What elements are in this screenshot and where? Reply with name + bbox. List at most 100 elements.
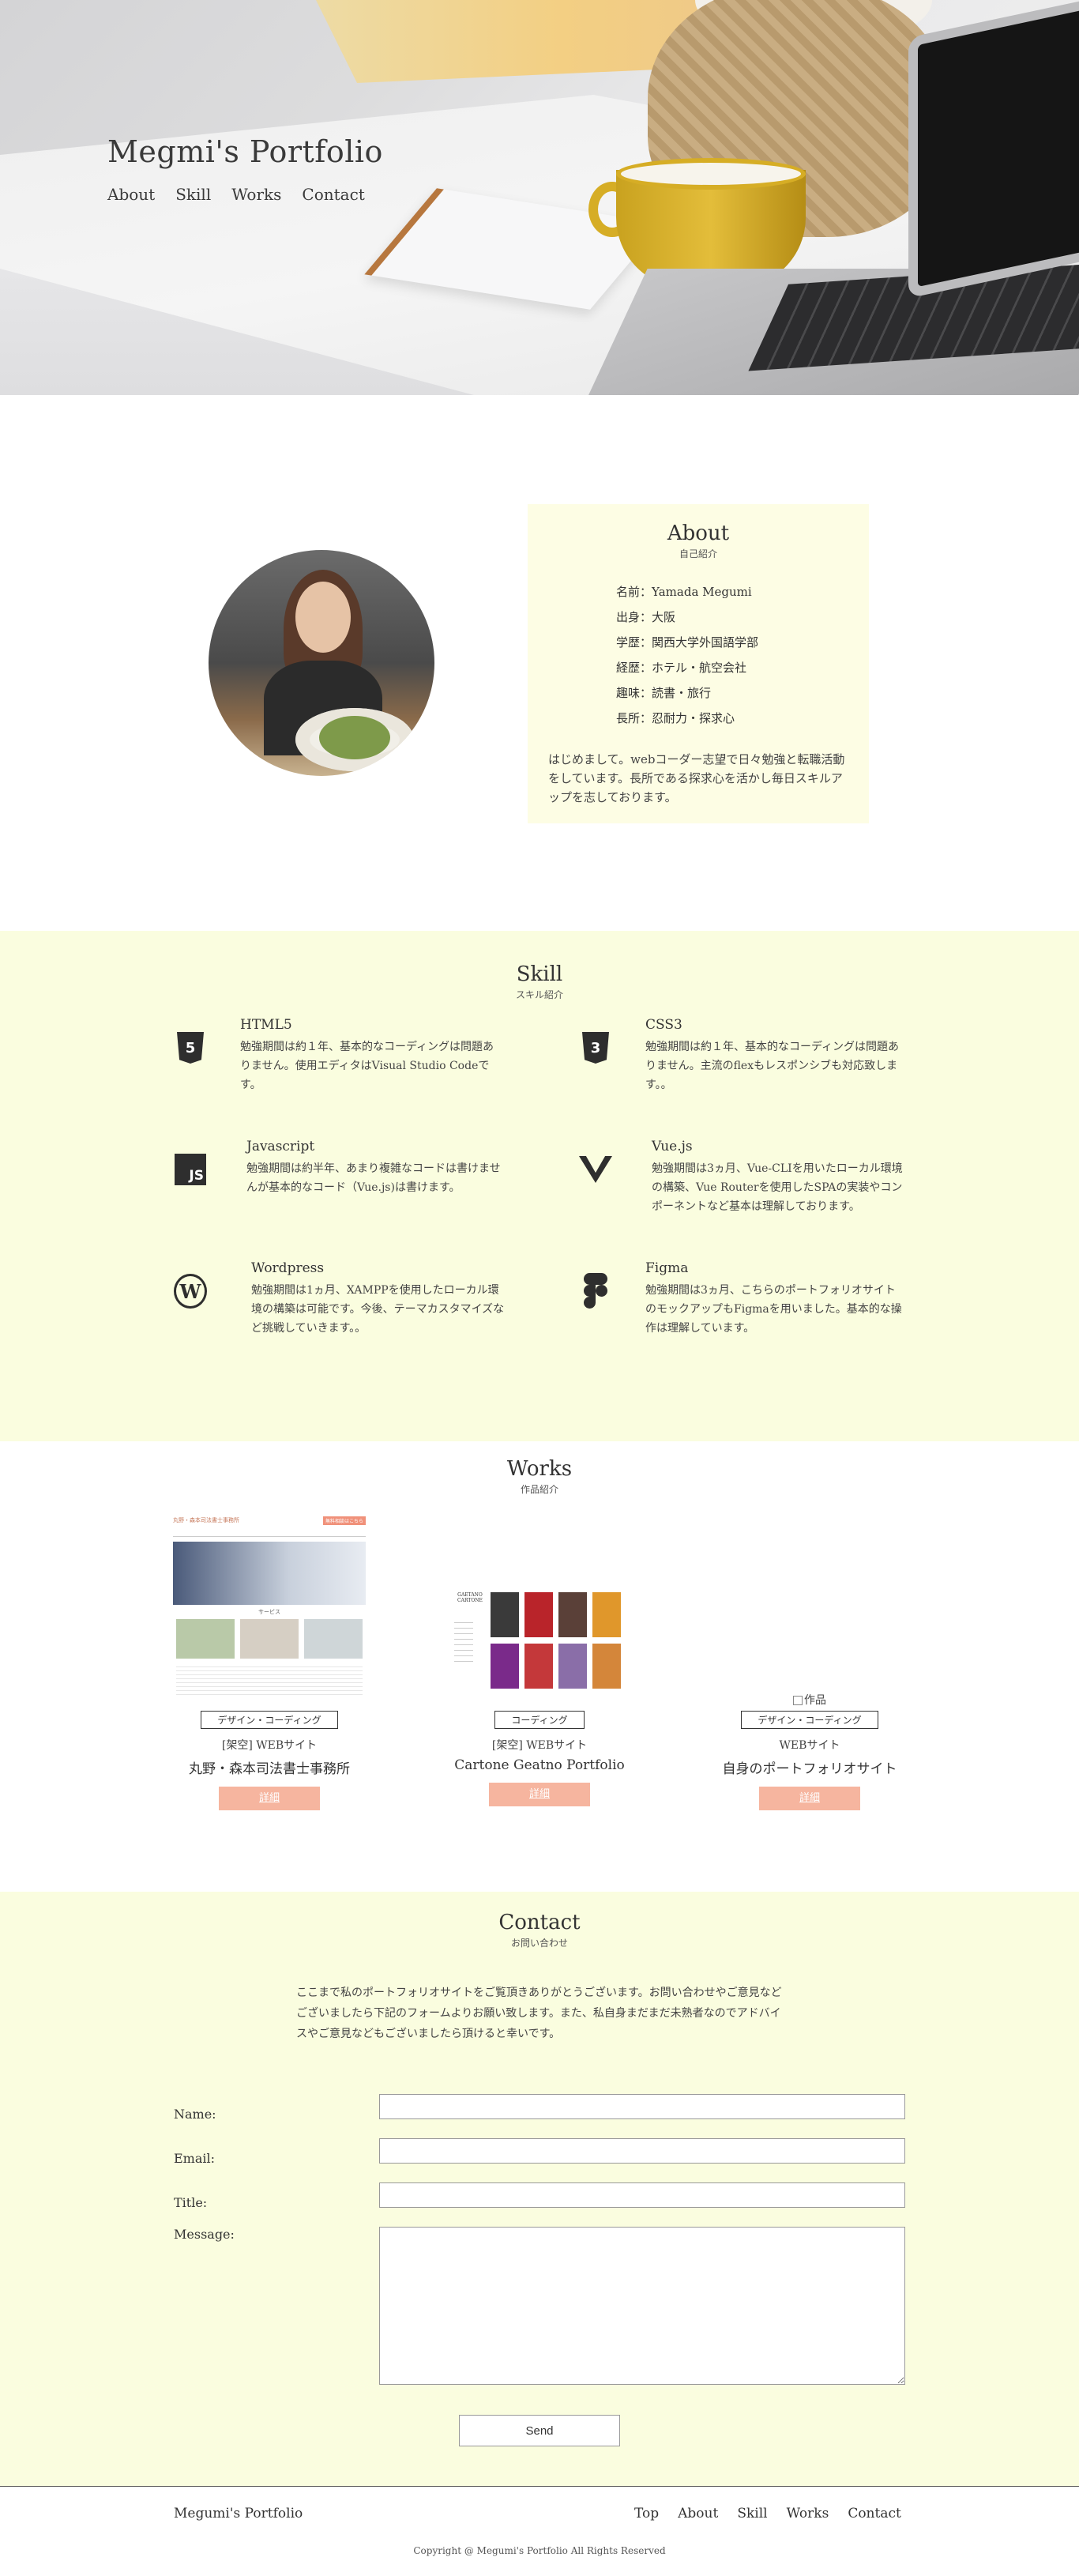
thumb-section-title: サービス <box>258 1609 280 1615</box>
skill-name: HTML5 <box>240 1017 292 1033</box>
thumb-brand: GAETANO CARTONE <box>457 1592 483 1603</box>
work-thumbnail-portfolio[interactable]: 作品 <box>713 1515 906 1707</box>
skill-name: Javascript <box>246 1139 315 1154</box>
message-row: Message: <box>174 2227 908 2385</box>
work-detail-button[interactable]: 詳細 <box>219 1787 320 1810</box>
about-section: About 自己紹介 名前：Yamada Megumi 出身：大阪 学歴：関西大… <box>0 395 1079 931</box>
hero-nav-works[interactable]: Works <box>231 185 281 204</box>
name-input[interactable] <box>379 2094 905 2119</box>
work-name: 丸野・森本司法書士事務所 <box>189 1761 350 1777</box>
footer-nav-about[interactable]: About <box>678 2506 718 2521</box>
hero-nav-contact[interactable]: Contact <box>302 185 364 204</box>
html5-icon: 5 <box>174 1031 207 1064</box>
skill-name: Wordpress <box>251 1260 325 1276</box>
email-row: Email: <box>174 2138 908 2166</box>
title-input[interactable] <box>379 2182 905 2208</box>
work-thumbnail-cartone[interactable]: GAETANO CARTONE <box>443 1515 636 1704</box>
work-kind: [架空] WEBサイト <box>221 1739 318 1752</box>
skill-grid: 5 HTML5 勉強期間は約１年、基本的なコーディングは問題ありません。使用エデ… <box>0 1017 1079 1428</box>
site-title: Megmi's Portfolio <box>107 134 383 169</box>
name-row: Name: <box>174 2094 908 2122</box>
about-info-hobby: 趣味：読書・旅行 <box>616 686 712 700</box>
work-detail-button[interactable]: 詳細 <box>489 1783 590 1806</box>
skill-description: 勉強期間は1ヵ月、XAMPPを使用したローカル環境の構築は可能です。今後、テーマ… <box>251 1284 505 1335</box>
message-label: Message: <box>174 2227 235 2242</box>
profile-photo-face <box>295 582 351 653</box>
about-info-education: 学歴：関西大学外国語学部 <box>616 635 759 650</box>
contact-section: Contact お問い合わせ ここまで私のポートフォリオサイトをご覧頂きありがと… <box>0 1892 1079 2486</box>
about-info-strength: 長所：忍耐力・探求心 <box>616 711 735 725</box>
thumb-photo-grid <box>491 1592 625 1689</box>
skill-name: CSS3 <box>645 1017 682 1033</box>
thumb-side-nav <box>454 1618 473 1665</box>
works-grid: 丸野・森本司法書士事務所 無料相談はこちら サービス デザイン・コーディング [… <box>0 1515 1079 1878</box>
about-info-hometown: 出身：大阪 <box>616 610 676 624</box>
skill-description: 勉強期間は3ヵ月、Vue-CLIを用いたローカル環境の構築、Vue Router… <box>652 1162 903 1213</box>
skill-name: Vue.js <box>652 1139 693 1154</box>
thumb-photo <box>592 1592 621 1637</box>
thumb-nav <box>173 1529 366 1537</box>
works-subtitle: 作品紹介 <box>520 1484 558 1495</box>
work-kind: WEBサイト <box>779 1739 840 1752</box>
send-button[interactable]: Send <box>459 2415 620 2446</box>
skill-description: 勉強期間は約１年、基本的なコーディングは問題ありません。使用エディタはVisua… <box>240 1041 494 1091</box>
thumb-photo <box>491 1592 519 1637</box>
about-info-list: 名前：Yamada Megumi 出身：大阪 学歴：関西大学外国語学部 経歴：ホ… <box>616 579 848 731</box>
thumb-hero-image <box>173 1542 366 1605</box>
skill-description: 勉強期間は約半年、あまり複雑なコードは書けませんが基本的なコード（Vue.js)… <box>246 1162 501 1194</box>
hero-header: Megmi's Portfolio About Skill Works Cont… <box>0 0 1079 395</box>
work-name: 自身のポートフォリオサイト <box>722 1761 897 1777</box>
work-card-law-office: 丸野・森本司法書士事務所 無料相談はこちら サービス デザイン・コーディング [… <box>167 1515 372 1810</box>
hero-nav: About Skill Works Contact <box>107 185 383 204</box>
wordpress-icon: W <box>174 1274 207 1309</box>
thumb-photo <box>491 1644 519 1689</box>
works-section: Works 作品紹介 丸野・森本司法書士事務所 無料相談はこちら サービス デザ… <box>0 1441 1079 1892</box>
email-input[interactable] <box>379 2138 905 2164</box>
thumb-photo <box>592 1644 621 1689</box>
skill-description: 勉強期間は約１年、基本的なコーディングは問題ありません。主流のflexもレスポン… <box>645 1041 900 1091</box>
thumb-service-image-1 <box>176 1619 235 1659</box>
work-thumbnail-law-office[interactable]: 丸野・森本司法書士事務所 無料相談はこちら サービス <box>173 1515 366 1704</box>
work-tag: コーディング <box>494 1711 585 1729</box>
hero-nav-about[interactable]: About <box>107 185 155 204</box>
title-label: Title: <box>174 2195 208 2210</box>
work-tag: デザイン・コーディング <box>741 1711 878 1729</box>
message-textarea[interactable] <box>379 2227 905 2385</box>
name-label: Name: <box>174 2107 216 2122</box>
hero-cup-rim-image <box>616 158 806 190</box>
thumb-header: 丸野・森本司法書士事務所 無料相談はこちら <box>173 1515 366 1526</box>
hero-nav-skill[interactable]: Skill <box>175 185 211 204</box>
footer-nav-contact[interactable]: Contact <box>848 2506 901 2521</box>
thumb-photo <box>524 1644 553 1689</box>
work-card-portfolio: 作品 デザイン・コーディング WEBサイト 自身のポートフォリオサイト 詳細 <box>707 1515 912 1810</box>
thumb-header-title: 丸野・森本司法書士事務所 <box>173 1517 239 1523</box>
thumb-cta: 無料相談はこちら <box>322 1516 366 1525</box>
footer-nav-skill[interactable]: Skill <box>737 2506 767 2521</box>
skill-title: Skill <box>516 962 563 986</box>
hero-laptop-screen-image <box>908 0 1079 299</box>
broken-image-alt-text: 作品 <box>804 1694 826 1707</box>
works-title: Works <box>506 1457 573 1481</box>
work-detail-button[interactable]: 詳細 <box>759 1787 860 1810</box>
work-kind: [架空] WEBサイト <box>491 1739 588 1752</box>
about-info-career: 経歴：ホテル・航空会社 <box>616 661 747 675</box>
thumb-text-lines <box>176 1663 363 1695</box>
skill-subtitle: スキル紹介 <box>515 989 563 1000</box>
about-card: About 自己紹介 名前：Yamada Megumi 出身：大阪 学歴：関西大… <box>528 504 869 823</box>
title-row: Title: <box>174 2182 908 2210</box>
broken-image-alt: 作品 <box>713 1692 906 1708</box>
footer-nav-works[interactable]: Works <box>787 2506 829 2521</box>
contact-lead: ここまで私のポートフォリオサイトをご覧頂きありがとうございます。お問い合わせやご… <box>296 1987 782 2040</box>
hero-content: Megmi's Portfolio About Skill Works Cont… <box>107 134 383 204</box>
about-intro: はじめまして。webコーダー志望で日々勉強と転職活動をしています。長所である探求… <box>548 752 845 804</box>
vuejs-icon <box>579 1153 612 1186</box>
profile-photo-salad <box>319 716 390 759</box>
profile-photo <box>209 550 434 776</box>
thumb-service-image-3 <box>304 1619 363 1659</box>
footer-brand: Megumi's Portfolio <box>174 2506 303 2521</box>
footer-nav-top[interactable]: Top <box>634 2506 659 2521</box>
work-card-cartone: GAETANO CARTONE コーディング [架空] WEBサイト Carto… <box>437 1515 642 1806</box>
thumb-photo <box>524 1592 553 1637</box>
contact-title: Contact <box>498 1911 581 1934</box>
work-name: Cartone Geatno Portfolio <box>454 1757 625 1773</box>
